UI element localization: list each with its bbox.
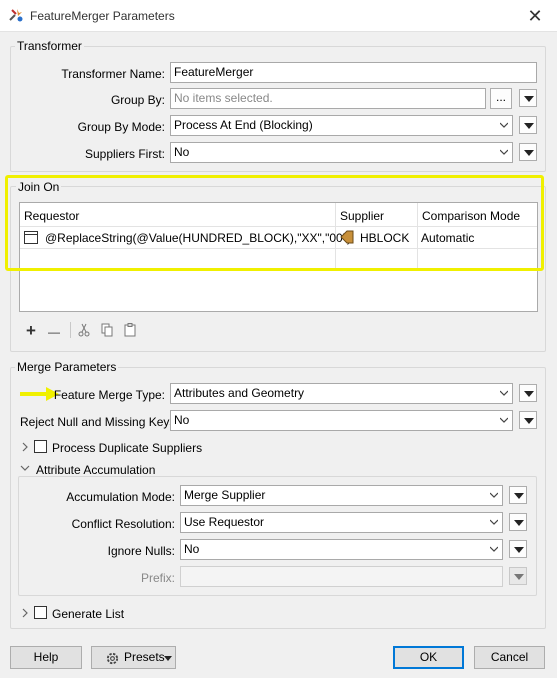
suppliers-first-value: No bbox=[174, 145, 190, 159]
group-by-mode-value: Process At End (Blocking) bbox=[174, 118, 313, 132]
highlight-box bbox=[5, 175, 544, 271]
chevron-down-icon bbox=[500, 122, 508, 128]
accumulation-mode-label: Accumulation Mode: bbox=[66, 490, 175, 504]
toolbar-separator bbox=[70, 322, 71, 338]
merge-parameters-group-title: Merge Parameters bbox=[15, 360, 119, 374]
chevron-down-icon bbox=[490, 492, 498, 498]
chevron-down-icon bbox=[514, 574, 524, 580]
group-by-mode-select[interactable]: Process At End (Blocking) bbox=[170, 115, 513, 136]
chevron-right-icon[interactable] bbox=[21, 608, 29, 618]
copy-icon[interactable] bbox=[101, 323, 113, 337]
accumulation-mode-value: Merge Supplier bbox=[184, 488, 266, 502]
window-title: FeatureMerger Parameters bbox=[30, 9, 175, 23]
title-bar: FeatureMerger Parameters ✕ bbox=[0, 0, 557, 32]
prefix-menu-button bbox=[509, 567, 527, 585]
transformer-name-label: Transformer Name: bbox=[61, 67, 165, 81]
generate-list-label: Generate List bbox=[52, 607, 125, 621]
transformer-name-input[interactable]: FeatureMerger bbox=[170, 62, 537, 83]
cancel-button[interactable]: Cancel bbox=[474, 646, 545, 669]
gear-icon bbox=[106, 652, 119, 665]
ok-button[interactable]: OK bbox=[393, 646, 464, 669]
group-by-mode-menu-button[interactable] bbox=[519, 116, 537, 134]
chevron-down-icon bbox=[514, 520, 524, 526]
group-by-mode-label: Group By Mode: bbox=[77, 120, 165, 134]
conflict-resolution-value: Use Requestor bbox=[184, 515, 265, 529]
group-by-browse-button[interactable]: ... bbox=[490, 88, 512, 109]
cut-icon[interactable] bbox=[78, 323, 90, 337]
conflict-resolution-select[interactable]: Use Requestor bbox=[180, 512, 503, 533]
conflict-resolution-menu-button[interactable] bbox=[509, 513, 527, 531]
chevron-down-icon bbox=[164, 656, 172, 661]
reject-null-label: Reject Null and Missing Keys: bbox=[20, 415, 179, 429]
suppliers-first-menu-button[interactable] bbox=[519, 143, 537, 161]
ignore-nulls-value: No bbox=[184, 542, 200, 556]
chevron-down-icon bbox=[524, 418, 534, 424]
presets-label: Presets bbox=[124, 650, 165, 664]
chevron-down-icon bbox=[514, 493, 524, 499]
process-duplicate-label: Process Duplicate Suppliers bbox=[52, 441, 203, 455]
attribute-accumulation-label: Attribute Accumulation bbox=[36, 463, 156, 477]
chevron-down-icon[interactable] bbox=[20, 464, 30, 472]
chevron-right-icon[interactable] bbox=[21, 442, 29, 452]
reject-null-select[interactable]: No bbox=[170, 410, 513, 431]
generate-list-checkbox[interactable] bbox=[34, 606, 47, 619]
featuremerger-app-icon bbox=[9, 9, 23, 22]
chevron-down-icon bbox=[500, 149, 508, 155]
ignore-nulls-label: Ignore Nulls: bbox=[107, 544, 175, 558]
ignore-nulls-select[interactable]: No bbox=[180, 539, 503, 560]
ignore-nulls-menu-button[interactable] bbox=[509, 540, 527, 558]
presets-button[interactable]: Presets bbox=[91, 646, 176, 669]
help-button[interactable]: Help bbox=[10, 646, 82, 669]
add-icon[interactable]: + bbox=[26, 322, 36, 339]
feature-merge-type-value: Attributes and Geometry bbox=[174, 386, 305, 400]
transformer-group-title: Transformer bbox=[15, 39, 84, 53]
chevron-down-icon bbox=[500, 390, 508, 396]
accumulation-mode-menu-button[interactable] bbox=[509, 486, 527, 504]
chevron-down-icon bbox=[524, 96, 534, 102]
chevron-down-icon bbox=[524, 123, 534, 129]
close-icon[interactable]: ✕ bbox=[521, 4, 549, 28]
chevron-down-icon bbox=[514, 547, 524, 553]
chevron-down-icon bbox=[490, 519, 498, 525]
chevron-down-icon bbox=[524, 150, 534, 156]
process-duplicate-checkbox[interactable] bbox=[34, 440, 47, 453]
remove-icon[interactable]: — bbox=[48, 324, 60, 340]
prefix-input bbox=[180, 566, 503, 587]
accumulation-mode-select[interactable]: Merge Supplier bbox=[180, 485, 503, 506]
conflict-resolution-label: Conflict Resolution: bbox=[71, 517, 175, 531]
chevron-down-icon bbox=[490, 546, 498, 552]
feature-merge-type-select[interactable]: Attributes and Geometry bbox=[170, 383, 513, 404]
group-by-label: Group By: bbox=[110, 93, 165, 107]
chevron-down-icon bbox=[500, 417, 508, 423]
chevron-down-icon bbox=[524, 391, 534, 397]
group-by-input[interactable]: No items selected. bbox=[170, 88, 486, 109]
reject-null-menu-button[interactable] bbox=[519, 411, 537, 429]
suppliers-first-select[interactable]: No bbox=[170, 142, 513, 163]
feature-merge-type-menu-button[interactable] bbox=[519, 384, 537, 402]
group-by-menu-button[interactable] bbox=[519, 89, 537, 107]
prefix-label: Prefix: bbox=[140, 571, 175, 585]
suppliers-first-label: Suppliers First: bbox=[84, 147, 165, 161]
reject-null-value: No bbox=[174, 413, 190, 427]
feature-merge-type-label: Feature Merge Type: bbox=[53, 388, 165, 402]
paste-icon[interactable] bbox=[124, 323, 136, 337]
